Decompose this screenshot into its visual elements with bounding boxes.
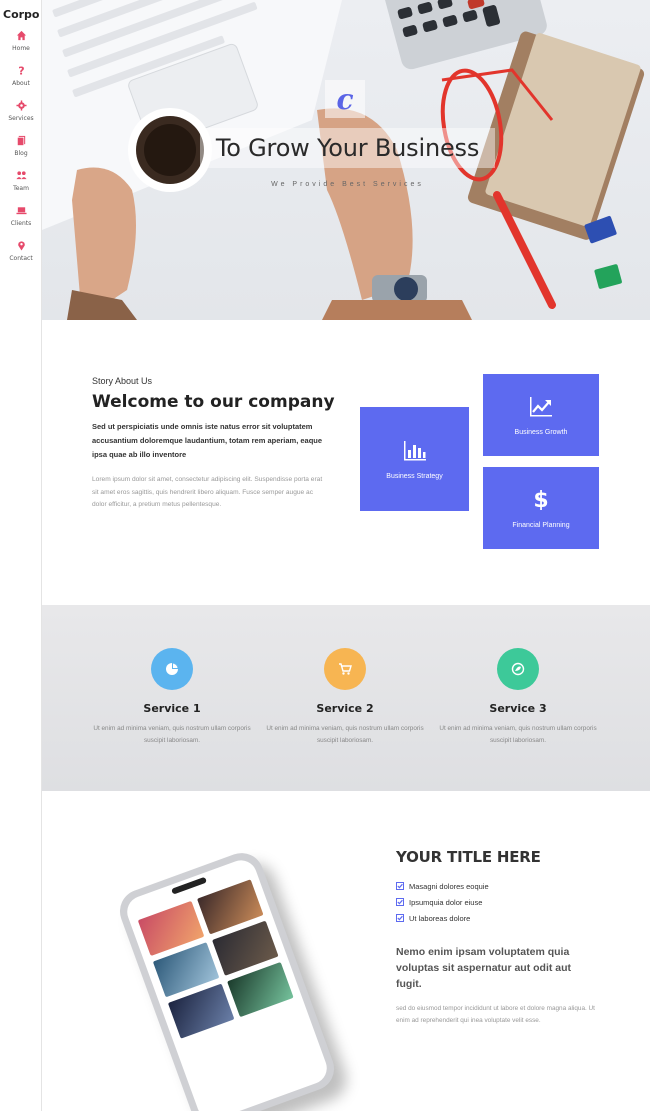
nav-label-about: About (12, 80, 30, 87)
feature-lead: Nemo enim ipsam voluptatem quia voluptas… (396, 946, 572, 990)
service-card-2: Service 2 Ut enim ad minima veniam, quis… (265, 648, 425, 747)
nav-item-home[interactable]: Home (0, 30, 42, 65)
service-text: Ut enim ad minima veniam, quis nostrum u… (93, 725, 251, 744)
tile-business-growth[interactable]: Business Growth (483, 374, 599, 456)
service-title: Service 3 (489, 702, 547, 715)
service-text: Ut enim ad minima veniam, quis nostrum u… (266, 725, 424, 744)
service-icon-circle (324, 648, 366, 690)
nav-label-home: Home (12, 45, 30, 52)
feature-title: YOUR TITLE HERE (396, 848, 541, 866)
tile-label: Business Strategy (386, 472, 443, 480)
question-icon: ? (18, 65, 24, 76)
checklist-text: Ut laboreas dolore (409, 913, 471, 923)
tile-financial-planning[interactable]: $ Financial Planning (483, 467, 599, 549)
nav-label-clients: Clients (10, 220, 32, 227)
phone-notch (171, 876, 207, 895)
service-text: Ut enim ad minima veniam, quis nostrum u… (439, 725, 597, 744)
service-card-3: Service 3 Ut enim ad minima veniam, quis… (438, 648, 598, 747)
nav-label-blog: Blog (14, 150, 28, 157)
tile-label: Business Growth (514, 428, 568, 436)
service-icon-circle (151, 648, 193, 690)
dollar-icon: $ (533, 488, 548, 510)
line-chart-icon (530, 396, 552, 416)
nav-item-blog[interactable]: Blog (0, 135, 42, 170)
tile-label: Financial Planning (512, 521, 570, 529)
tile-business-strategy[interactable]: Business Strategy (360, 407, 469, 511)
nav-item-clients[interactable]: Clients (0, 205, 42, 240)
about-body: Lorem ipsum dolor sit amet, consectetur … (92, 476, 323, 508)
hero-subtitle: We Provide Best Services (271, 181, 424, 188)
svg-text:$: $ (533, 488, 548, 510)
document-icon (16, 135, 25, 146)
checklist-item: Masagni dolores eoquie (396, 878, 489, 894)
services-section: Service 1 Ut enim ad minima veniam, quis… (42, 605, 650, 791)
checkbox-icon (396, 882, 404, 890)
nav-item-team[interactable]: Team (0, 170, 42, 205)
laptop-icon (15, 207, 27, 215)
bar-chart-icon (403, 440, 426, 460)
leaf-icon (511, 662, 525, 676)
svg-text:?: ? (18, 65, 24, 76)
nav-label-contact: Contact (9, 255, 33, 262)
nav-item-contact[interactable]: Contact (0, 240, 42, 275)
checklist-text: Masagni dolores eoquie (409, 881, 489, 891)
nav-item-services[interactable]: Services (0, 100, 42, 135)
about-kicker: Story About Us (92, 376, 153, 386)
service-title: Service 2 (316, 702, 374, 715)
hero-title-box: To Grow Your Business (200, 128, 495, 168)
feature-section: YOUR TITLE HERE Masagni dolores eoquie I… (42, 791, 650, 1111)
checkbox-icon (396, 898, 404, 906)
brand-logo[interactable]: Corpo (3, 8, 40, 21)
phone-photo-grid (137, 879, 294, 1039)
service-card-1: Service 1 Ut enim ad minima veniam, quis… (92, 648, 252, 747)
sidebar: Corpo Home ? About Services Blog Team Cl… (0, 0, 42, 1111)
hero-title: To Grow Your Business (215, 134, 480, 162)
sidebar-nav: Home ? About Services Blog Team Clients … (0, 30, 42, 275)
about-section: Story About Us Welcome to our company Se… (42, 320, 650, 605)
nav-item-about[interactable]: ? About (0, 65, 42, 100)
feature-checklist: Masagni dolores eoquie Ipsumquia dolor e… (396, 878, 489, 926)
hero-logo-badge: c (325, 80, 365, 118)
nav-label-team: Team (13, 185, 29, 192)
service-icon-circle (497, 648, 539, 690)
hero-section: c To Grow Your Business We Provide Best … (42, 0, 650, 320)
nav-label-services: Services (8, 115, 34, 122)
checkbox-icon (396, 914, 404, 922)
checklist-item: Ut laboreas dolore (396, 910, 489, 926)
about-title: Welcome to our company (92, 392, 335, 412)
cart-icon (339, 663, 352, 675)
map-pin-icon (17, 241, 25, 251)
users-icon (15, 171, 27, 180)
feature-body: sed do eiusmod tempor incididunt ut labo… (396, 1005, 595, 1024)
pie-chart-icon (166, 663, 178, 675)
gear-icon (15, 100, 27, 111)
checklist-text: Ipsumquia dolor eiuse (409, 897, 483, 907)
about-lead: Sed ut perspiciatis unde omnis iste natu… (92, 422, 323, 459)
service-title: Service 1 (143, 702, 201, 715)
phone-screen (122, 855, 332, 1111)
home-icon (16, 30, 26, 41)
checklist-item: Ipsumquia dolor eiuse (396, 894, 489, 910)
